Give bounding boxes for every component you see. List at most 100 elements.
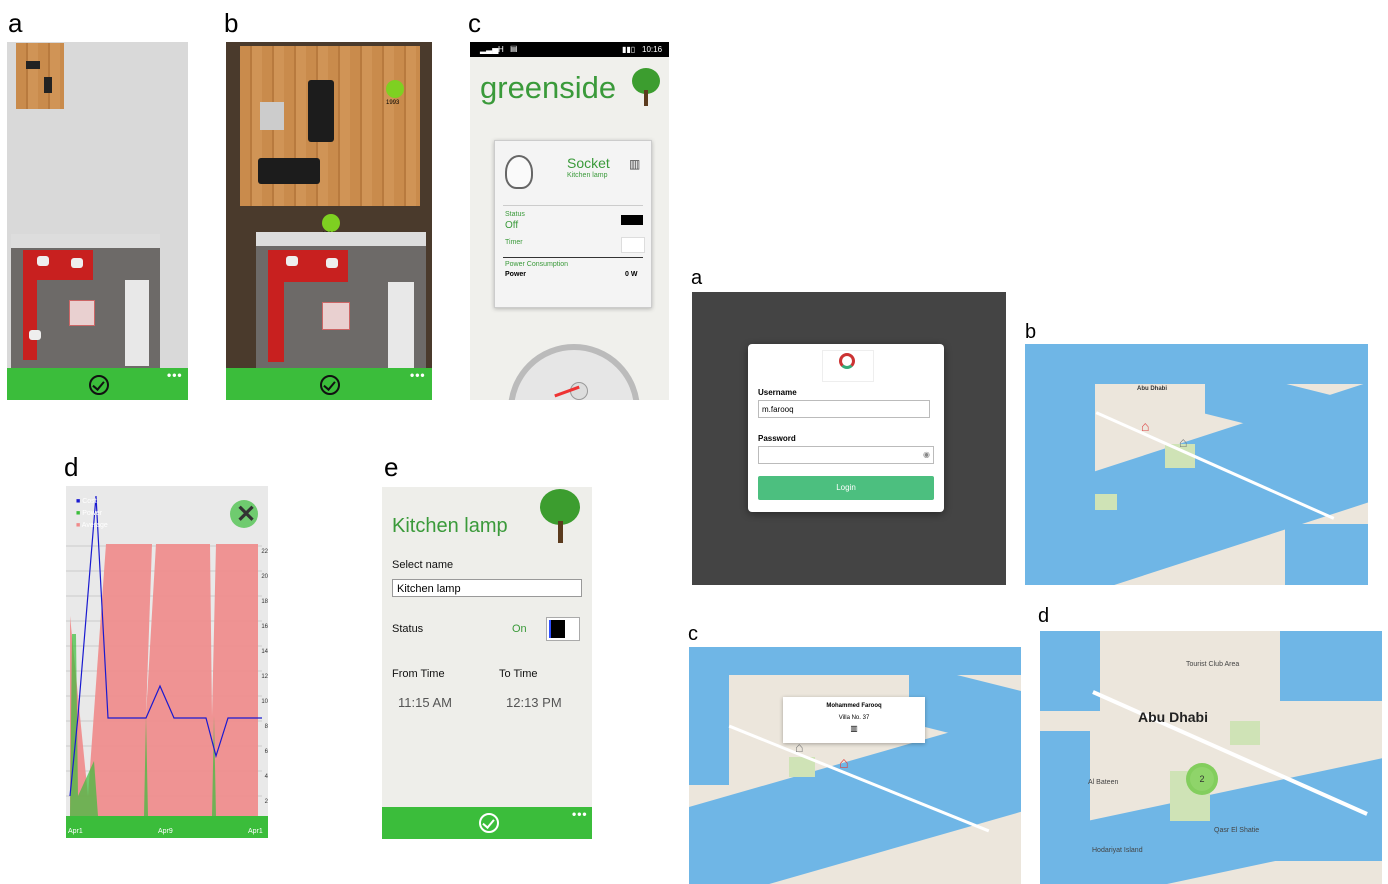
phone-c-screen: ▂▃▅ H ▤ ▮▮▯ 10:16 greenside Socket Kitch… bbox=[470, 42, 669, 400]
confirm-check-icon[interactable] bbox=[479, 813, 499, 833]
status-value: Off bbox=[505, 220, 519, 231]
sensor-marker[interactable] bbox=[322, 214, 340, 232]
city-label: Abu Dhabi bbox=[1137, 386, 1167, 392]
map-b[interactable]: Abu Dhabi ⌂ ⌂ bbox=[1025, 344, 1368, 585]
eye-icon[interactable]: ◉ bbox=[923, 450, 930, 459]
more-options-icon[interactable]: ••• bbox=[167, 368, 183, 382]
y-tick: 20 bbox=[261, 574, 268, 580]
popup-sub: Villa No. 37 bbox=[838, 715, 870, 721]
app-bar: ••• bbox=[7, 368, 188, 400]
timer-label: Timer bbox=[505, 239, 523, 246]
y-tick: 22 bbox=[261, 549, 268, 555]
y-tick: 14 bbox=[261, 649, 268, 655]
panel-label-web-c: c bbox=[688, 623, 698, 645]
map-c[interactable]: Mohammed Farooq Villa No. 37 ▥ ⌂ ⌂ bbox=[689, 647, 1021, 884]
username-label: Username bbox=[758, 388, 797, 397]
consumption-chart: ✕ bbox=[66, 495, 268, 838]
username-input[interactable]: m.farooq bbox=[758, 400, 930, 418]
clock: 10:16 bbox=[642, 45, 663, 54]
app-bar: ••• bbox=[226, 368, 432, 400]
signal-icon: ▂▃▅ bbox=[480, 45, 499, 54]
x-tick: Apr1 bbox=[248, 828, 263, 835]
timer-toggle[interactable] bbox=[621, 237, 645, 253]
password-label: Password bbox=[758, 434, 796, 443]
room-thumbnail[interactable] bbox=[16, 43, 64, 109]
from-time-value[interactable]: 11:15 AM bbox=[398, 695, 452, 710]
to-time-label: To Time bbox=[499, 668, 538, 680]
name-input[interactable]: Kitchen lamp bbox=[392, 579, 582, 597]
from-time-label: From Time bbox=[392, 668, 445, 680]
cluster-marker[interactable]: 2 bbox=[1186, 763, 1218, 795]
panel-label-web-d: d bbox=[1038, 605, 1050, 627]
light-bulb-icon bbox=[505, 155, 533, 189]
y-axis: 22 20 18 16 14 12 10 8 6 4 2 bbox=[256, 540, 268, 815]
room-photo[interactable] bbox=[256, 232, 426, 372]
map-place-label: Tourist Club Area bbox=[1186, 661, 1240, 668]
home-marker-icon[interactable]: ⌂ bbox=[839, 755, 849, 773]
stats-icon[interactable]: ▥ bbox=[783, 724, 925, 733]
panel-label-web-a: a bbox=[691, 267, 703, 289]
map-d[interactable]: Abu Dhabi 2 Tourist Club Area Al Bateen … bbox=[1040, 631, 1382, 884]
home-marker-icon[interactable]: ⌂ bbox=[1141, 418, 1149, 434]
chart-d-screen: ✕ ■ Cost ■ Power ■ Average 22 20 18 16 1… bbox=[66, 486, 268, 838]
web-login-screen: Username m.farooq Password ◉ Login bbox=[692, 292, 1006, 585]
confirm-check-icon[interactable] bbox=[89, 375, 109, 395]
map-place-label: Hodariyat Island bbox=[1092, 847, 1143, 854]
more-options-icon[interactable]: ••• bbox=[410, 368, 426, 382]
y-tick: 8 bbox=[264, 724, 268, 730]
panel-label-b: b bbox=[224, 8, 239, 38]
panel-label-c: c bbox=[468, 8, 481, 38]
home-marker-icon[interactable]: ⌂ bbox=[795, 739, 803, 755]
card-subtitle: Kitchen lamp bbox=[567, 172, 608, 179]
tree-logo-icon bbox=[538, 487, 582, 545]
phone-e-screen: Kitchen lamp Select name Kitchen lamp St… bbox=[382, 487, 592, 839]
socket-card[interactable]: Socket Kitchen lamp ▥ Status Off Timer P… bbox=[494, 140, 652, 308]
confirm-check-icon[interactable] bbox=[320, 375, 340, 395]
y-tick: 6 bbox=[264, 749, 268, 755]
phone-b-screen: 1993 1992 ••• bbox=[226, 42, 432, 400]
network-type: H bbox=[498, 45, 504, 54]
password-input[interactable]: ◉ bbox=[758, 446, 934, 464]
y-tick: 2 bbox=[264, 799, 268, 805]
status-label: Status bbox=[505, 211, 525, 218]
status-bar: ▂▃▅ H ▤ ▮▮▯ 10:16 bbox=[470, 42, 669, 57]
panel-label-d: d bbox=[64, 452, 79, 482]
city-label: Abu Dhabi bbox=[1138, 709, 1208, 725]
message-icon: ▤ bbox=[510, 44, 518, 53]
power-label: Power bbox=[505, 271, 527, 278]
y-tick: 10 bbox=[261, 699, 268, 705]
to-time-value[interactable]: 12:13 PM bbox=[506, 695, 562, 710]
card-title: Socket bbox=[567, 155, 610, 171]
home-marker-icon[interactable]: ⌂ bbox=[1179, 434, 1187, 450]
power-value: 0 W bbox=[625, 271, 638, 278]
login-button[interactable]: Login bbox=[758, 476, 934, 500]
panel-label-e: e bbox=[384, 452, 399, 482]
app-title: greenside bbox=[480, 70, 617, 105]
panel-label-a: a bbox=[8, 8, 23, 38]
tree-logo-icon bbox=[630, 68, 662, 108]
status-value: On bbox=[512, 623, 527, 635]
stats-icon[interactable]: ▥ bbox=[629, 157, 640, 171]
sensor-marker-label: 1993 bbox=[386, 100, 400, 106]
battery-icon: ▮▮▯ bbox=[622, 45, 636, 54]
select-name-label: Select name bbox=[392, 559, 454, 571]
sensor-marker[interactable] bbox=[386, 80, 404, 98]
x-tick: Apr1 bbox=[68, 828, 83, 835]
legend-power: Power bbox=[82, 510, 103, 517]
dial-gauge[interactable] bbox=[508, 344, 640, 400]
company-logo bbox=[822, 350, 874, 382]
y-tick: 16 bbox=[261, 624, 268, 630]
average-area bbox=[70, 544, 258, 816]
legend-cost: Cost bbox=[82, 498, 97, 505]
phone-a-screen: ••• bbox=[7, 42, 188, 400]
y-tick: 4 bbox=[264, 774, 268, 780]
room-photo[interactable] bbox=[11, 234, 160, 370]
status-toggle[interactable] bbox=[621, 215, 643, 225]
panel-label-web-b: b bbox=[1025, 321, 1037, 343]
status-toggle[interactable] bbox=[546, 617, 580, 641]
close-icon[interactable]: ✕ bbox=[236, 501, 256, 528]
map-place-label: Qasr El Shatie bbox=[1214, 827, 1260, 834]
info-popup: Mohammed Farooq Villa No. 37 ▥ bbox=[783, 697, 925, 743]
more-options-icon[interactable]: ••• bbox=[572, 807, 588, 821]
login-card: Username m.farooq Password ◉ Login bbox=[748, 344, 944, 512]
